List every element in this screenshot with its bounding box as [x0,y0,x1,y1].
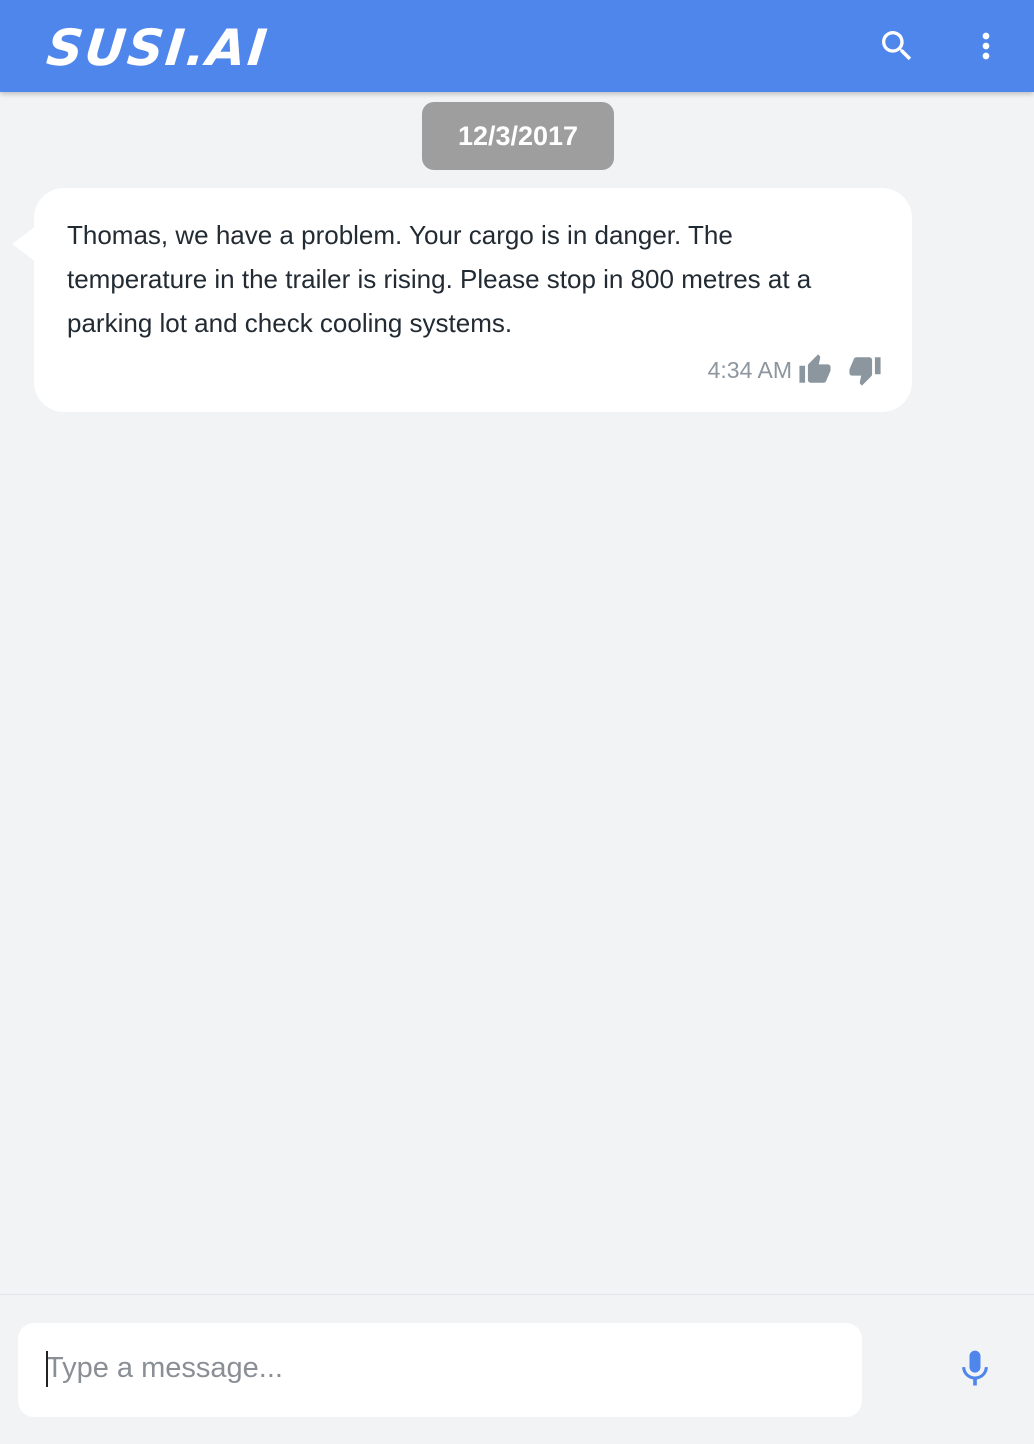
more-vert-icon [982,32,990,60]
more-options-button[interactable] [962,22,1010,70]
app-bar: SUSI.AI [0,0,1034,92]
thumbs-up-button[interactable] [798,353,832,387]
mic-button[interactable] [951,1345,999,1393]
message-bubble: Thomas, we have a problem. Your cargo is… [12,188,912,412]
search-icon [882,31,912,61]
message-composer [0,1294,1034,1444]
message-input-box[interactable] [18,1323,862,1417]
message-meta: 4:34 AM [708,350,882,390]
thumbs-up-icon [799,354,831,383]
text-caret [46,1351,48,1387]
message-text: Thomas, we have a problem. Your cargo is… [67,220,812,338]
date-separator: 12/3/2017 [422,102,614,170]
message-input[interactable] [46,1345,836,1391]
thumbs-down-button[interactable] [848,353,882,387]
susi-logo[interactable]: SUSI.AI [43,19,293,77]
logo-text: SUSI.AI [43,19,272,77]
message-time: 4:34 AM [707,356,792,383]
search-button[interactable] [873,22,921,70]
thumbs-down-icon [849,357,881,386]
bubble-tail [12,226,36,262]
mic-icon [962,1350,988,1386]
